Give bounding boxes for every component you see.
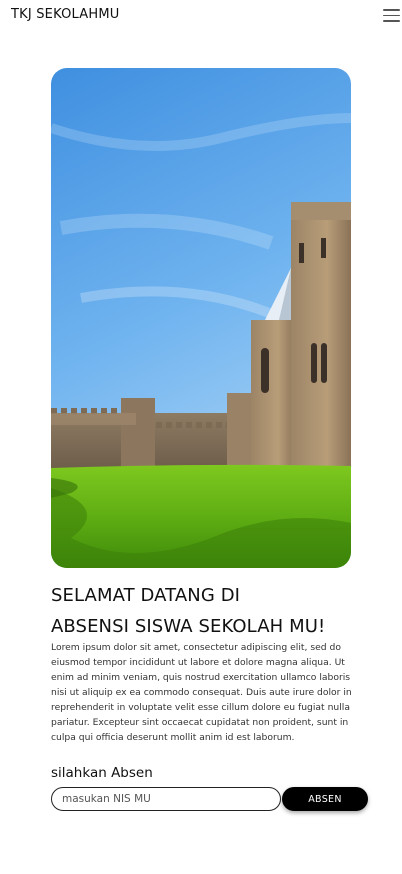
absen-label: silahkan Absen <box>51 765 153 781</box>
headline-line-1: SELAMAT DATANG DI <box>51 585 241 606</box>
absen-button[interactable]: ABSEN <box>282 787 368 811</box>
nis-input[interactable] <box>51 787 281 811</box>
castle-illustration <box>51 68 351 568</box>
headline-line-2: ABSENSI SISWA SEKOLAH MU! <box>51 616 326 637</box>
hero-image <box>51 68 351 568</box>
welcome-headline: SELAMAT DATANG DI ABSENSI SISWA SEKOLAH … <box>51 580 371 642</box>
menu-bar-top <box>383 9 400 11</box>
navbar: TKJ SEKOLAHMU <box>0 0 402 32</box>
menu-bar-bottom <box>383 20 400 22</box>
brand-title[interactable]: TKJ SEKOLAHMU <box>11 7 120 22</box>
menu-bar-middle <box>383 14 400 17</box>
hamburger-menu-icon[interactable] <box>383 9 400 22</box>
description-paragraph: Lorem ipsum dolor sit amet, consectetur … <box>51 642 352 743</box>
